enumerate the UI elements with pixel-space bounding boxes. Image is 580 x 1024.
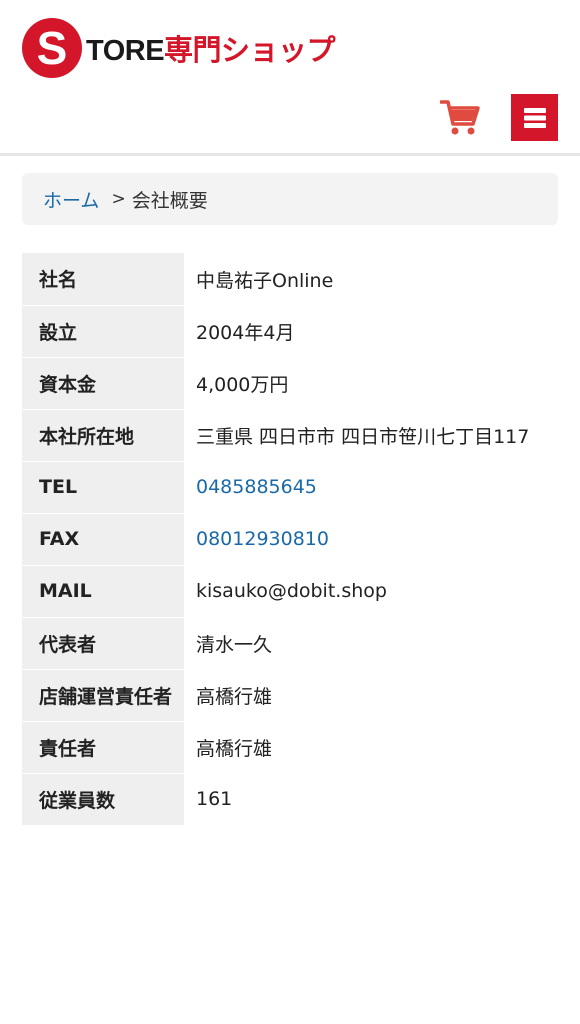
logo-text-accent: 専門ショップ <box>164 35 336 67</box>
breadcrumb-home-link[interactable]: ホーム <box>43 186 99 213</box>
table-row-representative: 代表者 清水一久 <box>22 617 558 670</box>
row-value: 高橋行雄 <box>196 737 273 760</box>
logo-text: TORE専門ショップ <box>86 27 336 69</box>
menu-button[interactable] <box>511 94 558 141</box>
breadcrumb-current: 会社概要 <box>131 189 208 212</box>
row-label: 責任者 <box>22 721 184 774</box>
logo-circle: S <box>22 18 82 78</box>
row-value-cell: 08012930810 <box>184 513 558 565</box>
row-value: 清水一久 <box>196 633 273 656</box>
row-label: TEL <box>22 461 184 514</box>
row-label: 資本金 <box>22 357 184 410</box>
cart-button[interactable] <box>438 96 482 140</box>
row-value: 4,000万円 <box>196 373 289 396</box>
row-label: MAIL <box>22 565 184 618</box>
hamburger-menu-icon <box>523 107 546 128</box>
row-label: 代表者 <box>22 617 184 670</box>
row-label: 社名 <box>22 253 184 306</box>
row-value: 高橋行雄 <box>196 685 273 708</box>
row-value: 中島祐子Online <box>196 269 334 292</box>
table-row-fax: FAX 08012930810 <box>22 513 558 566</box>
row-label: FAX <box>22 513 184 566</box>
row-label: 店舗運営責任者 <box>22 669 184 722</box>
tel-link[interactable]: 0485885645 <box>196 476 317 498</box>
row-value: 三重県 四日市市 四日市笹川七丁目117 <box>196 425 530 448</box>
table-row-established: 設立 2004年4月 <box>22 305 558 358</box>
row-label: 設立 <box>22 305 184 358</box>
breadcrumb: ホーム > 会社概要 <box>22 173 558 225</box>
table-row-capital: 資本金 4,000万円 <box>22 357 558 410</box>
row-value: 2004年4月 <box>196 321 295 344</box>
table-row-company-name: 社名 中島祐子Online <box>22 253 558 306</box>
logo-text-main: TORE <box>86 35 165 67</box>
cart-icon <box>440 100 480 135</box>
table-row-address: 本社所在地 三重県 四日市市 四日市笹川七丁目117 <box>22 409 558 462</box>
row-value: kisauko@dobit.shop <box>196 580 387 602</box>
table-row-store-manager: 店舗運営責任者 高橋行雄 <box>22 669 558 722</box>
table-row-mail: MAIL kisauko@dobit.shop <box>22 565 558 618</box>
table-row-employees: 従業員数 161 <box>22 773 558 826</box>
breadcrumb-separator: > <box>111 189 126 209</box>
fax-link[interactable]: 08012930810 <box>196 528 329 550</box>
row-value-cell: 0485885645 <box>184 461 558 513</box>
table-row-tel: TEL 0485885645 <box>22 461 558 514</box>
row-value: 161 <box>196 788 233 810</box>
row-label: 従業員数 <box>22 773 184 826</box>
company-info-table: 社名 中島祐子Online 設立 2004年4月 資本金 4,000万円 本社所… <box>22 253 558 826</box>
site-header: S TORE専門ショップ <box>0 0 580 156</box>
row-label: 本社所在地 <box>22 409 184 462</box>
store-logo[interactable]: S TORE専門ショップ <box>22 18 336 78</box>
table-row-responsible-person: 責任者 高橋行雄 <box>22 721 558 774</box>
